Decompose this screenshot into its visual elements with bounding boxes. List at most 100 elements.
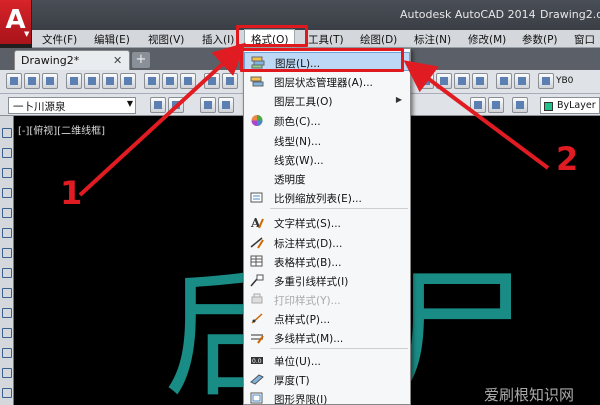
menu-separator <box>270 208 408 209</box>
construction-line-icon[interactable] <box>2 148 12 158</box>
menu-dimension[interactable]: 标注(N) <box>414 32 451 47</box>
limits-icon <box>250 392 264 405</box>
layer-on-icon[interactable] <box>218 97 234 113</box>
mline-style-icon <box>250 331 264 344</box>
design-center-icon[interactable] <box>514 73 530 89</box>
menu-view[interactable]: 视图(V) <box>148 32 184 47</box>
menu-item-multiline-style[interactable]: 多线样式(M)... <box>244 328 410 347</box>
dim-style-icon <box>250 236 264 249</box>
menu-item-thickness[interactable]: 厚度(T) <box>244 370 410 389</box>
preview-icon[interactable] <box>84 73 100 89</box>
viewport-controls[interactable]: [-][俯视][二维线框] <box>18 122 105 137</box>
text-style-icon[interactable] <box>538 73 554 89</box>
print-icon[interactable] <box>66 73 82 89</box>
point-icon[interactable] <box>2 388 12 398</box>
pan-icon[interactable] <box>418 73 434 89</box>
chevron-right-icon: ▶ <box>395 95 402 104</box>
zoom-window-icon[interactable] <box>454 73 470 89</box>
match-icon[interactable] <box>204 73 220 89</box>
ellipse-icon[interactable] <box>2 308 12 318</box>
open-icon[interactable] <box>24 73 40 89</box>
text-style-label: YB0 <box>556 76 574 86</box>
polygon-icon[interactable] <box>2 188 12 198</box>
menu-tools[interactable]: 工具(T) <box>308 32 344 47</box>
application-menu-button[interactable]: A ▼ <box>0 0 32 44</box>
menu-format[interactable]: 格式(O) <box>244 29 296 48</box>
annotation-number-2: 2 <box>556 140 579 178</box>
menu-file[interactable]: 文件(F) <box>42 32 77 47</box>
ellipse-arc-icon[interactable] <box>2 328 12 338</box>
save-icon[interactable] <box>42 73 58 89</box>
menu-item-text-style[interactable]: A 文字样式(S)... <box>244 213 410 232</box>
color-combo-value: ByLayer <box>557 100 596 111</box>
caret-down-icon: ▼ <box>24 30 30 38</box>
polyline-icon[interactable] <box>2 168 12 178</box>
new-icon[interactable] <box>6 73 22 89</box>
arc-icon[interactable] <box>2 228 12 238</box>
annotation-number-1: 1 <box>60 174 83 212</box>
table-style-icon <box>250 255 264 268</box>
svg-text:0.0: 0.0 <box>252 358 262 365</box>
mleader-style-icon <box>250 274 264 287</box>
rectangle-icon[interactable] <box>2 208 12 218</box>
menu-item-dimension-style[interactable]: 标注样式(D)... <box>244 233 410 252</box>
spline-icon[interactable] <box>2 288 12 298</box>
cut-icon[interactable] <box>144 73 160 89</box>
circle-icon[interactable] <box>2 248 12 258</box>
plot-icon[interactable] <box>120 73 136 89</box>
menu-draw[interactable]: 绘图(D) <box>360 32 397 47</box>
insert-block-icon[interactable] <box>2 348 12 358</box>
thickness-icon <box>250 373 264 386</box>
menu-window[interactable]: 窗口 <box>574 32 595 47</box>
color-control-icon[interactable] <box>512 97 528 113</box>
layer-combo[interactable]: 一卜川源泉 ▼ <box>8 97 136 114</box>
color-swatch <box>544 102 553 111</box>
menu-modify[interactable]: 修改(M) <box>468 32 506 47</box>
zoom-icon[interactable] <box>436 73 452 89</box>
menu-item-layer-state-manager[interactable]: 图层状态管理器(A)... <box>244 72 410 91</box>
layer-properties-icon[interactable] <box>200 97 216 113</box>
chevron-down-icon: ▼ <box>126 99 133 108</box>
menu-item-transparency[interactable]: 透明度 <box>244 169 410 188</box>
layer-previous-icon[interactable] <box>168 97 184 113</box>
menu-item-multileader-style[interactable]: 多重引线样式(I) <box>244 271 410 290</box>
layer-manager-icon[interactable] <box>150 97 166 113</box>
menu-item-scale-list[interactable]: 比例缩放列表(E)... <box>244 188 410 207</box>
revision-cloud-icon[interactable] <box>2 268 12 278</box>
layers-icon <box>251 56 265 69</box>
publish-icon[interactable] <box>102 73 118 89</box>
make-current-icon[interactable] <box>470 97 486 113</box>
menu-insert[interactable]: 插入(I) <box>202 32 234 47</box>
copy-icon[interactable] <box>162 73 178 89</box>
watermark-text: 爱刷根知识网 <box>484 386 575 404</box>
menu-item-units[interactable]: 0.0 单位(U)... <box>244 351 410 370</box>
make-block-icon[interactable] <box>2 368 12 378</box>
menu-edit[interactable]: 编辑(E) <box>94 32 130 47</box>
menu-item-linetype[interactable]: 线型(N)... <box>244 131 410 150</box>
menu-item-table-style[interactable]: 表格样式(B)... <box>244 252 410 271</box>
layer-state-icon <box>250 75 264 88</box>
new-tab-button[interactable]: + <box>132 52 150 68</box>
close-icon[interactable]: ✕ <box>113 54 122 67</box>
properties-icon[interactable] <box>496 73 512 89</box>
menu-item-layer-tools[interactable]: 图层工具(O) ▶ <box>244 91 410 110</box>
menu-item-lineweight[interactable]: 线宽(W)... <box>244 150 410 169</box>
menu-item-layer[interactable]: 图层(L)... <box>244 52 410 71</box>
document-title: Drawing2.dw <box>540 8 600 21</box>
paste-icon[interactable] <box>180 73 196 89</box>
menu-item-color[interactable]: 颜色(C)... <box>244 111 410 130</box>
units-icon: 0.0 <box>250 354 264 367</box>
menu-item-point-style[interactable]: 点样式(P)... <box>244 309 410 328</box>
document-tab[interactable]: Drawing2* ✕ <box>14 50 130 70</box>
color-combo[interactable]: ByLayer <box>540 97 600 114</box>
menu-item-plot-style: 打印样式(Y)... <box>244 290 410 309</box>
scale-list-icon <box>250 191 264 204</box>
draw-toolbar <box>0 116 14 405</box>
menu-item-drawing-limits[interactable]: 图形界限(I) <box>244 389 410 405</box>
layer-match-icon[interactable] <box>488 97 504 113</box>
line-icon[interactable] <box>2 128 12 138</box>
zoom-previous-icon[interactable] <box>472 73 488 89</box>
document-tab-label: Drawing2* <box>21 54 80 67</box>
undo-icon[interactable] <box>222 73 238 89</box>
menu-parametric[interactable]: 参数(P) <box>522 32 558 47</box>
